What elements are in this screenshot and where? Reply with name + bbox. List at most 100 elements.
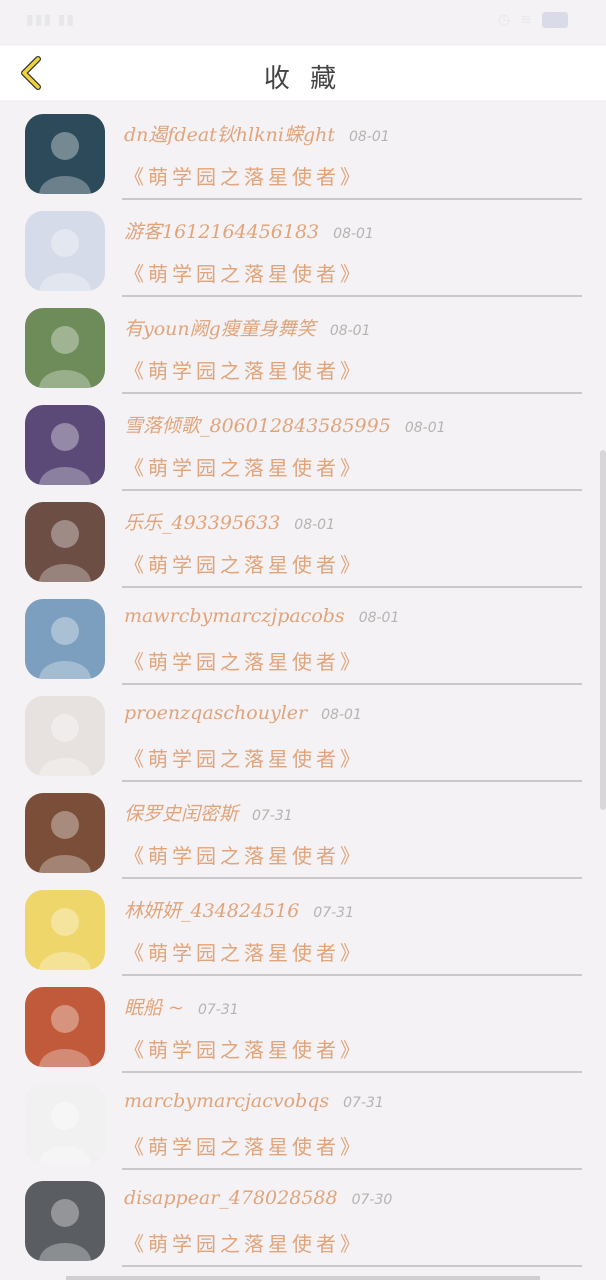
- page-title: 收 藏: [263, 64, 343, 94]
- user-name: proenzqaschouyler 08-01: [124, 702, 362, 724]
- user-name: 游客1612164456183 08-01: [124, 217, 374, 244]
- avatar[interactable]: [25, 1181, 105, 1261]
- signal-icon: ▮▮▮ ▮▮: [26, 12, 75, 28]
- alarm-icon: ◷: [498, 12, 511, 28]
- avatar[interactable]: [25, 1084, 105, 1164]
- user-name-text: 雪落倾歌_806012843585995: [124, 415, 391, 437]
- user-name-text: 游客1612164456183: [124, 221, 320, 243]
- date-label: 08-01: [321, 707, 362, 723]
- divider: [122, 392, 582, 394]
- divider: [122, 586, 582, 588]
- user-name: 保罗史闰密斯 07-31: [124, 799, 293, 826]
- divider: [122, 780, 582, 782]
- avatar-image: [25, 890, 105, 970]
- wifi-icon: ≋: [520, 12, 532, 28]
- book-title[interactable]: 《萌学园之落星使者》: [124, 161, 364, 190]
- divider: [122, 1265, 582, 1267]
- avatar-image: [25, 696, 105, 776]
- user-name-text: disappear_478028588: [124, 1187, 338, 1209]
- date-label: 08-01: [333, 226, 374, 242]
- avatar[interactable]: [25, 890, 105, 970]
- divider: [122, 295, 582, 297]
- date-label: 08-01: [404, 420, 446, 436]
- status-bar: ▮▮▮ ▮▮ ◷ ≋: [0, 0, 606, 46]
- user-name: dn遏fdeat钬hlkni蝾ght 08-01: [124, 120, 390, 147]
- divider: [122, 974, 582, 976]
- user-name-text: mawrcbymarczjpacobs: [124, 605, 345, 627]
- user-name-text: marcbymarcjacvobqs: [124, 1090, 330, 1112]
- book-title[interactable]: 《萌学园之落星使者》: [124, 1228, 364, 1257]
- date-label: 08-01: [358, 610, 400, 626]
- avatar[interactable]: [25, 405, 105, 485]
- avatar[interactable]: [25, 308, 105, 388]
- divider: [122, 198, 582, 200]
- status-icons: ◷ ≋: [498, 12, 568, 28]
- list-item[interactable]: disappear_478028588 07-30 《萌学园之落星使者》: [0, 1171, 606, 1268]
- list-item[interactable]: 林妍妍_434824516 07-31 《萌学园之落星使者》: [0, 880, 606, 977]
- user-name: 林妍妍_434824516 07-31: [124, 896, 354, 923]
- avatar-image: [25, 1181, 105, 1261]
- book-title[interactable]: 《萌学园之落星使者》: [124, 1131, 364, 1160]
- avatar[interactable]: [25, 793, 105, 873]
- list-item[interactable]: mawrcbymarczjpacobs 08-01 《萌学园之落星使者》: [0, 589, 606, 686]
- avatar[interactable]: [25, 114, 105, 194]
- date-label: 07-31: [313, 905, 354, 921]
- list-item[interactable]: marcbymarcjacvobqs 07-31 《萌学园之落星使者》: [0, 1074, 606, 1171]
- book-title[interactable]: 《萌学园之落星使者》: [124, 258, 364, 287]
- avatar-image: [25, 793, 105, 873]
- header-bar: 收 藏: [0, 46, 606, 100]
- user-name: disappear_478028588 07-30: [124, 1187, 392, 1209]
- user-name-text: proenzqaschouyler: [124, 702, 308, 724]
- date-label: 07-30: [351, 1192, 393, 1208]
- book-title[interactable]: 《萌学园之落星使者》: [124, 743, 364, 772]
- list-item[interactable]: proenzqaschouyler 08-01 《萌学园之落星使者》: [0, 686, 606, 783]
- list-item[interactable]: 眠船 ~ 07-31 《萌学园之落星使者》: [0, 977, 606, 1074]
- avatar[interactable]: [25, 987, 105, 1067]
- user-name-text: 乐乐_493395633: [124, 512, 281, 534]
- avatar[interactable]: [25, 211, 105, 291]
- user-name: 眠船 ~ 07-31: [124, 993, 239, 1020]
- user-name-text: 眠船 ~: [124, 997, 184, 1019]
- book-title[interactable]: 《萌学园之落星使者》: [124, 646, 364, 675]
- book-title[interactable]: 《萌学园之落星使者》: [124, 549, 364, 578]
- avatar[interactable]: [25, 502, 105, 582]
- user-name: mawrcbymarczjpacobs 08-01: [124, 605, 399, 627]
- divider: [122, 1168, 582, 1170]
- user-name-text: dn遏fdeat钬hlkni蝾ght: [124, 124, 335, 146]
- user-name: 乐乐_493395633 08-01: [124, 508, 335, 535]
- book-title[interactable]: 《萌学园之落星使者》: [124, 452, 364, 481]
- avatar[interactable]: [25, 696, 105, 776]
- list-item[interactable]: 有youn阙g瘦童身舞笑 08-01 《萌学园之落星使者》: [0, 298, 606, 395]
- avatar-image: [25, 599, 105, 679]
- avatar[interactable]: [25, 599, 105, 679]
- user-name-text: 保罗史闰密斯: [124, 803, 239, 825]
- list-item[interactable]: 游客1612164456183 08-01 《萌学园之落星使者》: [0, 201, 606, 298]
- list-item[interactable]: 乐乐_493395633 08-01 《萌学园之落星使者》: [0, 492, 606, 589]
- book-title[interactable]: 《萌学园之落星使者》: [124, 840, 364, 869]
- list-item[interactable]: dn遏fdeat钬hlkni蝾ght 08-01 《萌学园之落星使者》: [0, 104, 606, 201]
- bottom-divider: [66, 1276, 540, 1280]
- avatar-image: [25, 114, 105, 194]
- divider: [122, 489, 582, 491]
- divider: [122, 683, 582, 685]
- list-item[interactable]: 雪落倾歌_806012843585995 08-01 《萌学园之落星使者》: [0, 395, 606, 492]
- user-name: 有youn阙g瘦童身舞笑 08-01: [124, 314, 371, 341]
- battery-icon: [542, 12, 568, 28]
- list-item[interactable]: 保罗史闰密斯 07-31 《萌学园之落星使者》: [0, 783, 606, 880]
- scrollbar[interactable]: [600, 450, 606, 810]
- date-label: 08-01: [329, 323, 371, 339]
- date-label: 08-01: [294, 517, 335, 533]
- avatar-image: [25, 1084, 105, 1164]
- avatar-image: [25, 308, 105, 388]
- date-label: 07-31: [197, 1002, 239, 1018]
- avatar-image: [25, 211, 105, 291]
- date-label: 08-01: [348, 129, 390, 145]
- book-title[interactable]: 《萌学园之落星使者》: [124, 1034, 364, 1063]
- user-name-text: 有youn阙g瘦童身舞笑: [124, 318, 316, 340]
- avatar-image: [25, 405, 105, 485]
- avatar-image: [25, 502, 105, 582]
- user-name-text: 林妍妍_434824516: [124, 900, 300, 922]
- divider: [122, 1071, 582, 1073]
- book-title[interactable]: 《萌学园之落星使者》: [124, 937, 364, 966]
- book-title[interactable]: 《萌学园之落星使者》: [124, 355, 364, 384]
